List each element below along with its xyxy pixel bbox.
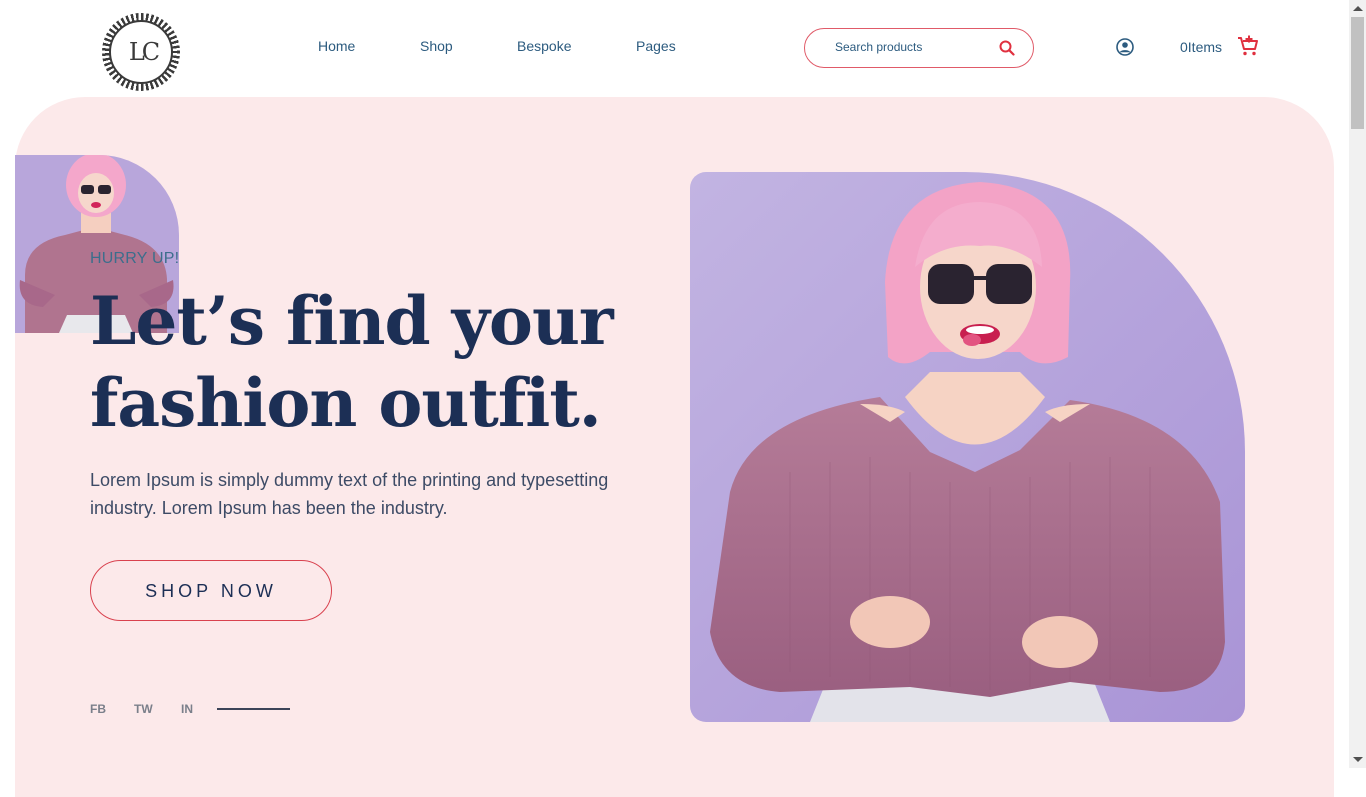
- social-link-in[interactable]: IN: [181, 702, 193, 716]
- shop-now-button[interactable]: SHOP NOW: [90, 560, 332, 621]
- logo-monogram: LC: [128, 38, 160, 66]
- hero-title-line-2: fashion outfit.: [90, 364, 602, 442]
- hero-description: Lorem Ipsum is simply dummy text of the …: [90, 470, 609, 518]
- search-icon[interactable]: [999, 40, 1015, 56]
- cart-add-icon[interactable]: [1236, 34, 1260, 58]
- social-link-tw[interactable]: TW: [134, 702, 153, 716]
- site-logo[interactable]: LC: [102, 13, 180, 91]
- cart-items-count[interactable]: 0Items: [1180, 39, 1222, 55]
- nav-home[interactable]: Home: [318, 38, 355, 54]
- search-input[interactable]: [833, 39, 997, 55]
- nav-shop[interactable]: Shop: [420, 38, 453, 54]
- hero-kicker: HURRY UP!: [90, 250, 180, 267]
- social-link-fb[interactable]: FB: [90, 702, 106, 716]
- logo-inner: LC: [109, 20, 173, 84]
- hero-title: Let’s find your fashion outfit.: [90, 280, 614, 444]
- social-divider: [217, 708, 290, 710]
- nav-pages[interactable]: Pages: [636, 38, 676, 54]
- hero-title-line-1: Let’s find your: [90, 282, 614, 360]
- scroll-down-arrow-icon[interactable]: [1353, 757, 1363, 762]
- hero-main-image: [690, 172, 1245, 722]
- nav-bespoke[interactable]: Bespoke: [517, 38, 571, 54]
- search-bar: [804, 28, 1034, 68]
- scrollbar-thumb[interactable]: [1351, 17, 1364, 129]
- user-circle-icon[interactable]: [1116, 38, 1134, 56]
- scroll-up-arrow-icon[interactable]: [1353, 6, 1363, 11]
